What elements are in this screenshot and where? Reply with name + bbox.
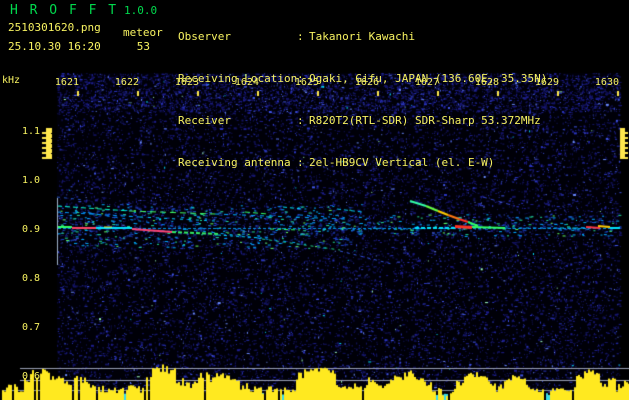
app-title: H R O F F T [10,3,119,18]
output-filename: 2510301620.png [8,21,101,34]
freq-tick-label: 0.6 [21,371,40,382]
app-version: 1.0.0 [124,4,158,17]
time-tick-label: 1622 [114,77,139,88]
freq-tick-label: 1.0 [21,175,40,186]
meta-label: Observer [178,30,231,43]
hrofft-window: H R O F F T 1.0.0 2510301620.png meteor … [0,0,629,400]
time-tick-label: 1626 [354,77,379,88]
observation-datetime: 25.10.30 16:20 [8,40,101,53]
freq-tick-label: 1.1 [21,126,40,137]
meta-row-antenna: Receiving antenna:2el-HB9CV Vertical (el… [178,156,547,170]
time-tick-label: 1624 [234,77,259,88]
freq-tick-label: 0.8 [21,273,40,284]
freq-tick-label: 0.9 [21,224,40,235]
observation-mode: meteor [123,26,163,39]
meta-colon: : [297,30,304,43]
meta-row-receiver: Receiver: R820T2(RTL-SDR) SDR-Sharp 53.37… [178,114,547,128]
freq-tick-label: 0.7 [21,322,40,333]
meta-colon: : [297,114,304,127]
meta-row-observer: Observer: Takanori Kawachi [178,30,547,44]
meta-value: Takanori Kawachi [309,30,415,43]
meta-value: R820T2(RTL-SDR) SDR-Sharp 53.372MHz [309,114,541,127]
meta-label: Receiver [178,114,231,127]
time-tick-label: 1621 [54,77,79,88]
time-tick-label: 1629 [534,77,559,88]
time-tick-label: 1627 [414,77,439,88]
time-tick-label: 1628 [474,77,499,88]
metadata-block: Observer: Takanori Kawachi Receiving Loca… [178,2,547,198]
time-tick-label: 1630 [594,77,619,88]
meta-value: 2el-HB9CV Vertical (el. E-W) [309,156,495,169]
meta-label: Receiving antenna [178,156,291,169]
freq-axis-unit-label: kHz [2,75,21,86]
time-tick-label: 1625 [294,77,319,88]
time-tick-label: 1623 [174,77,199,88]
meta-colon: : [297,156,304,169]
echo-count: 53 [136,40,150,53]
